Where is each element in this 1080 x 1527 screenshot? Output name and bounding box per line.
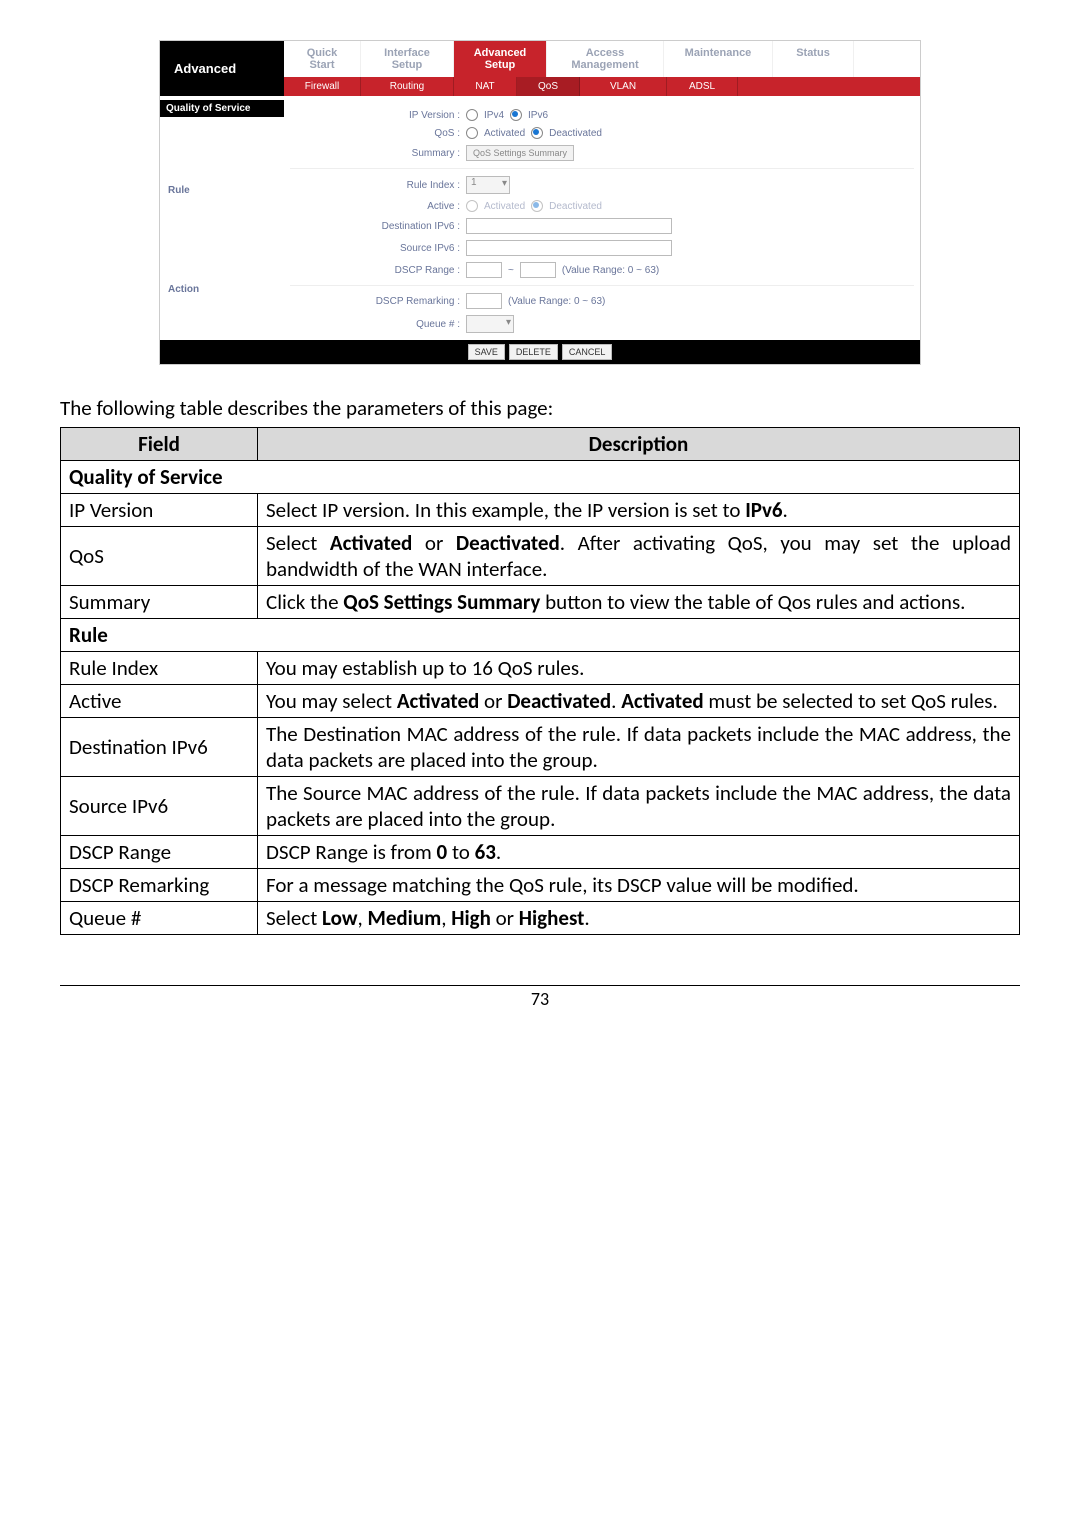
tilde-separator: ~: [508, 265, 514, 276]
dscp-remark-note: (Value Range: 0 ~ 63): [508, 296, 605, 307]
label-ip-version: IP Version :: [290, 110, 466, 121]
input-dscp-from[interactable]: [466, 262, 502, 278]
sub-tab-adsl[interactable]: ADSL: [667, 77, 738, 96]
radio-qos-activated[interactable]: [466, 127, 478, 139]
section-quality-of-service: Quality of Service: [160, 100, 284, 117]
sub-tab-nat[interactable]: NAT: [454, 77, 517, 96]
sub-tab-routing[interactable]: Routing: [361, 77, 454, 96]
field-source-ipv6: Source IPv6: [61, 777, 258, 836]
desc-qos: Select Activated or Deactivated. After a…: [258, 527, 1020, 586]
field-summary: Summary: [61, 586, 258, 619]
section-quality-of-service: Quality of Service: [61, 461, 1020, 494]
desc-destination-ipv6: The Destination MAC address of the rule.…: [258, 718, 1020, 777]
cancel-button[interactable]: CANCEL: [562, 344, 613, 360]
lead-paragraph: The following table describes the parame…: [60, 395, 1020, 421]
delete-button[interactable]: DELETE: [509, 344, 558, 360]
qos-settings-summary-button[interactable]: QoS Settings Summary: [466, 145, 574, 161]
th-description: Description: [258, 428, 1020, 461]
section-action: Action: [160, 270, 284, 299]
desc-summary: Click the QoS Settings Summary button to…: [258, 586, 1020, 619]
section-rule: Rule: [61, 619, 1020, 652]
section-rule: Rule: [160, 171, 284, 200]
radio-ipv6[interactable]: [510, 109, 522, 121]
field-destination-ipv6: Destination IPv6: [61, 718, 258, 777]
field-ip-version: IP Version: [61, 494, 258, 527]
radio-ipv4[interactable]: [466, 109, 478, 121]
radio-active-activated[interactable]: [466, 200, 478, 212]
router-footer: SAVEDELETECANCEL: [160, 340, 920, 364]
desc-active: You may select Activated or Deactivated.…: [258, 685, 1020, 718]
label-active: Active :: [290, 201, 466, 212]
label-src-ipv6: Source IPv6 :: [290, 243, 466, 254]
sub-tabs: FirewallRoutingNATQoSVLANADSL: [284, 77, 920, 96]
main-tab-3[interactable]: Access Management: [547, 41, 664, 77]
save-button[interactable]: SAVE: [468, 344, 505, 360]
radio-qos-activated-label: Activated: [484, 128, 525, 139]
router-config-screenshot: Advanced Quick StartInterface SetupAdvan…: [159, 40, 921, 365]
main-tab-0[interactable]: Quick Start: [284, 41, 361, 77]
input-dest-ipv6[interactable]: [466, 218, 672, 234]
radio-active-deactivated[interactable]: [531, 200, 543, 212]
desc-source-ipv6: The Source MAC address of the rule. If d…: [258, 777, 1020, 836]
radio-qos-deactivated[interactable]: [531, 127, 543, 139]
input-dscp-to[interactable]: [520, 262, 556, 278]
page-number: 73: [60, 985, 1020, 1010]
field-queue-#: Queue #: [61, 902, 258, 935]
field-dscp-remarking: DSCP Remarking: [61, 869, 258, 902]
label-rule-index: Rule Index :: [290, 180, 466, 191]
main-tab-5[interactable]: Status: [773, 41, 854, 77]
input-dscp-remarking[interactable]: [466, 293, 502, 309]
radio-ipv6-label: IPv6: [528, 110, 548, 121]
label-queue: Queue # :: [290, 319, 466, 330]
dscp-range-note: (Value Range: 0 ~ 63): [562, 265, 659, 276]
desc-rule-index: You may establish up to 16 QoS rules.: [258, 652, 1020, 685]
label-summary: Summary :: [290, 148, 466, 159]
main-tab-2[interactable]: Advanced Setup: [454, 41, 547, 77]
nav-section-label: Advanced: [160, 41, 284, 96]
select-queue[interactable]: [466, 315, 514, 333]
parameter-table: Field Description Quality of ServiceIP V…: [60, 427, 1020, 935]
desc-queue-#: Select Low, Medium, High or Highest.: [258, 902, 1020, 935]
label-dest-ipv6: Destination IPv6 :: [290, 221, 466, 232]
input-src-ipv6[interactable]: [466, 240, 672, 256]
label-dscp-range: DSCP Range :: [290, 265, 466, 276]
main-tabs: Quick StartInterface SetupAdvanced Setup…: [284, 41, 920, 77]
main-tab-4[interactable]: Maintenance: [664, 41, 773, 77]
sub-tab-firewall[interactable]: Firewall: [284, 77, 361, 96]
radio-qos-deactivated-label: Deactivated: [549, 128, 602, 139]
label-qos: QoS :: [290, 128, 466, 139]
label-dscp-remarking: DSCP Remarking :: [290, 296, 466, 307]
select-rule-index[interactable]: 1: [466, 176, 510, 194]
desc-ip-version: Select IP version. In this example, the …: [258, 494, 1020, 527]
field-rule-index: Rule Index: [61, 652, 258, 685]
th-field: Field: [61, 428, 258, 461]
main-tab-1[interactable]: Interface Setup: [361, 41, 454, 77]
sub-tab-qos[interactable]: QoS: [517, 77, 580, 96]
field-qos: QoS: [61, 527, 258, 586]
desc-dscp-remarking: For a message matching the QoS rule, its…: [258, 869, 1020, 902]
desc-dscp-range: DSCP Range is from 0 to 63.: [258, 836, 1020, 869]
radio-ipv4-label: IPv4: [484, 110, 504, 121]
sub-tab-vlan[interactable]: VLAN: [580, 77, 667, 96]
field-active: Active: [61, 685, 258, 718]
radio-active-deactivated-label: Deactivated: [549, 201, 602, 212]
radio-active-activated-label: Activated: [484, 201, 525, 212]
router-topnav: Advanced Quick StartInterface SetupAdvan…: [160, 41, 920, 96]
field-dscp-range: DSCP Range: [61, 836, 258, 869]
